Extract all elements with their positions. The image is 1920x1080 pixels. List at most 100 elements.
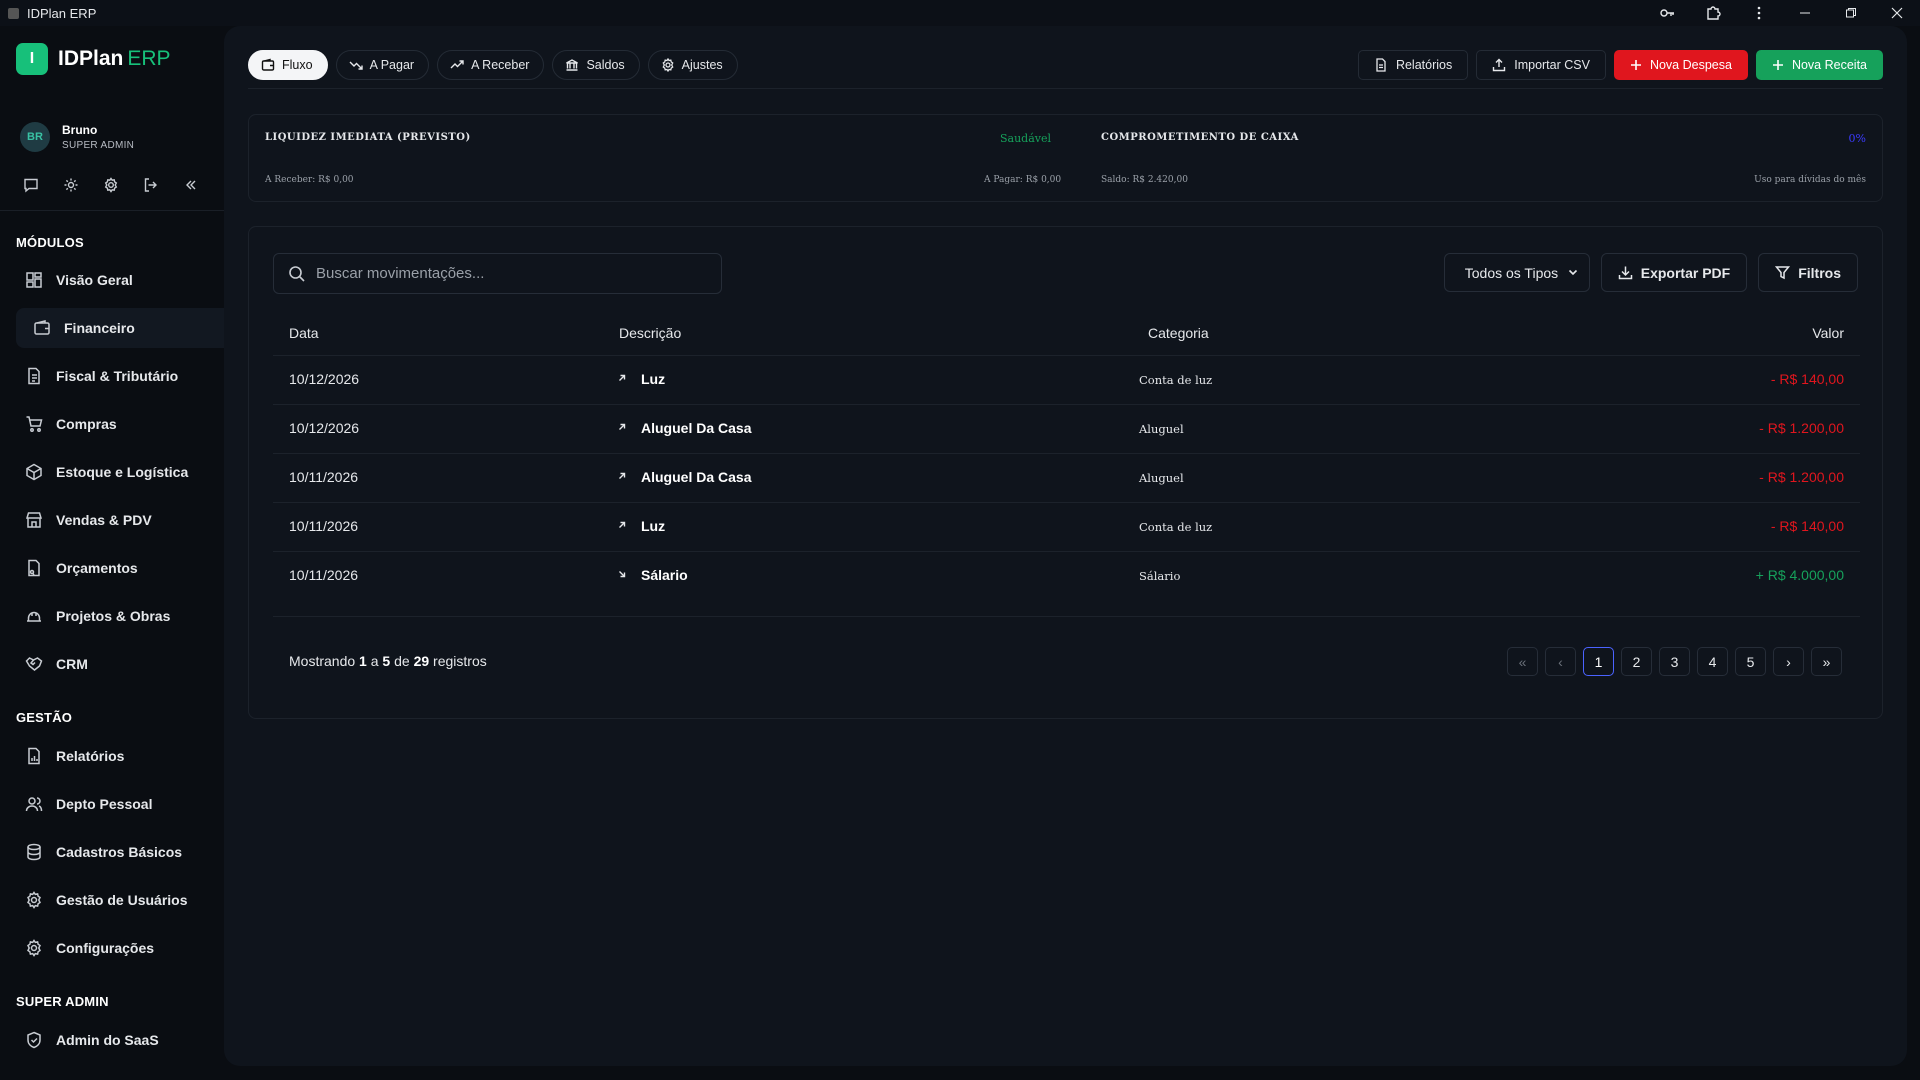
wallet-icon [32,318,52,338]
sidebar-item-financeiro[interactable]: Financeiro [16,308,224,348]
sidebar-divider [0,210,224,211]
sidebar-item-visao-geral[interactable]: Visão Geral [16,260,224,300]
sidebar-item-estoque[interactable]: Estoque e Logística [16,452,224,492]
prev-page-button[interactable]: ‹ [1545,647,1576,676]
sidebar-item-configuracoes[interactable]: Configurações [16,928,224,968]
type-select-value: Todos os Tipos [1464,264,1559,281]
restore-button[interactable] [1828,0,1874,26]
close-button[interactable] [1874,0,1920,26]
sidebar-item-projetos[interactable]: Projetos & Obras [16,596,224,636]
sidebar-item-vendas[interactable]: Vendas & PDV [16,500,224,540]
search-input[interactable]: Buscar movimentações... [273,253,722,294]
export-pdf-button[interactable]: Exportar PDF [1600,253,1748,292]
sidebar-item-gestao-usuarios[interactable]: Gestão de Usuários [16,880,224,920]
sidebar-item-label: Relatórios [56,748,125,764]
sidebar-item-depto-pessoal[interactable]: Depto Pessoal [16,784,224,824]
table-row[interactable]: 10/11/2026 Aluguel Da Casa Aluguel - R$ … [273,453,1860,502]
page-button-3[interactable]: 3 [1659,647,1690,676]
store-icon [24,510,44,530]
extension-icon[interactable] [1690,0,1736,26]
row-date: 10/11/2026 [289,567,359,583]
sidebar-item-label: Visão Geral [56,272,133,288]
row-date: 10/11/2026 [289,469,359,485]
more-vertical-icon[interactable] [1736,0,1782,26]
chat-icon[interactable] [22,176,39,193]
sidebar-item-compras[interactable]: Compras [16,404,224,444]
window-titlebar: IDPlan ERP [0,0,1920,26]
page-button-5[interactable]: 5 [1735,647,1766,676]
table-tools: Todos os Tipos Exportar PDF Filtros [1443,253,1858,292]
sidebar-item-crm[interactable]: CRM [16,644,224,684]
commitment-note: Uso para dívidas do mês [1754,175,1866,185]
tab-label: Ajustes [681,58,723,72]
users-icon [24,794,44,814]
pagination-summary: Mostrando 1 a 5 de 29 registros [289,653,487,669]
tab-label: Fluxo [282,58,313,72]
new-expense-label: Nova Despesa [1649,58,1732,72]
row-description: Sálario [641,567,688,583]
user-role: SUPER ADMIN [62,140,135,151]
page-button-1[interactable]: 1 [1583,647,1614,676]
sidebar-item-cadastros[interactable]: Cadastros Básicos [16,832,224,872]
row-category: Aluguel [1139,422,1184,436]
new-income-button[interactable]: Nova Receita [1755,50,1883,80]
minimize-button[interactable] [1782,0,1828,26]
type-select[interactable]: Todos os Tipos [1443,253,1590,292]
tab-saldos[interactable]: Saldos [552,50,640,80]
tab-ajustes[interactable]: Ajustes [647,50,738,80]
sidebar-item-label: Estoque e Logística [56,464,189,480]
summary-total: 29 [413,653,430,669]
plus-icon [1630,59,1642,71]
gear-icon[interactable] [102,176,119,193]
sidebar-item-admin-saas[interactable]: Admin do SaaS [16,1020,224,1060]
row-date: 10/12/2026 [289,420,360,436]
upload-icon [1492,58,1506,72]
logout-icon[interactable] [142,176,159,193]
liquidity-status: Saudável [1000,132,1052,145]
tab-label: A Pagar [369,58,415,72]
first-page-button[interactable]: « [1507,647,1538,676]
page-button-2[interactable]: 2 [1621,647,1652,676]
reports-button[interactable]: Relatórios [1357,50,1469,80]
sidebar-item-relatorios[interactable]: Relatórios [16,736,224,776]
user-profile[interactable]: BR Bruno SUPER ADMIN [20,122,134,152]
collapse-sidebar-icon[interactable] [182,176,199,193]
new-income-label: Nova Receita [1791,58,1867,72]
table-row[interactable]: 10/12/2026 Luz Conta de luz - R$ 140,00 [273,355,1860,404]
sidebar-item-label: Gestão de Usuários [56,892,188,908]
last-page-button[interactable]: » [1811,647,1842,676]
tab-a-pagar[interactable]: A Pagar [335,50,430,80]
brand[interactable]: I IDPlan ERP [16,43,171,75]
search-placeholder: Buscar movimentações... [316,265,485,282]
page-button-4[interactable]: 4 [1697,647,1728,676]
commitment-percent: 0% [1848,132,1866,145]
box-icon [24,462,44,482]
section-title-gestao: GESTÃO [16,710,73,725]
summary-to-word: a [370,653,379,669]
main-panel: Fluxo A Pagar A Receber Saldos Ajustes R… [224,26,1907,1066]
grid-icon [24,270,44,290]
tab-fluxo[interactable]: Fluxo [248,50,328,80]
sidebar-item-label: Admin do SaaS [56,1032,159,1048]
sun-icon[interactable] [62,176,79,193]
report-icon [1374,58,1388,72]
import-csv-button[interactable]: Importar CSV [1476,50,1606,80]
tab-a-receber[interactable]: A Receber [437,50,545,80]
table-row[interactable]: 10/11/2026 Luz Conta de luz - R$ 140,00 [273,502,1860,551]
table-row[interactable]: 10/12/2026 Aluguel Da Casa Aluguel - R$ … [273,404,1860,453]
new-expense-button[interactable]: Nova Despesa [1613,50,1748,80]
table-row[interactable]: 10/11/2026 Sálario Sálario + R$ 4.000,00 [273,551,1860,600]
filters-button[interactable]: Filtros [1758,253,1858,292]
next-page-button[interactable]: › [1773,647,1804,676]
search-icon [288,265,306,283]
summary-prefix: Mostrando [289,653,356,669]
sidebar-item-orcamentos[interactable]: Orçamentos [16,548,224,588]
filters-label: Filtros [1798,264,1841,281]
balance-value: Saldo: R$ 2.420,00 [1101,175,1188,185]
sidebar-item-label: Fiscal & Tributário [56,368,179,384]
key-icon[interactable] [1644,0,1690,26]
user-actions [22,176,199,193]
sidebar-item-fiscal[interactable]: Fiscal & Tributário [16,356,224,396]
sidebar-item-label: Cadastros Básicos [56,844,183,860]
brand-name: IDPlan ERP [58,47,171,71]
